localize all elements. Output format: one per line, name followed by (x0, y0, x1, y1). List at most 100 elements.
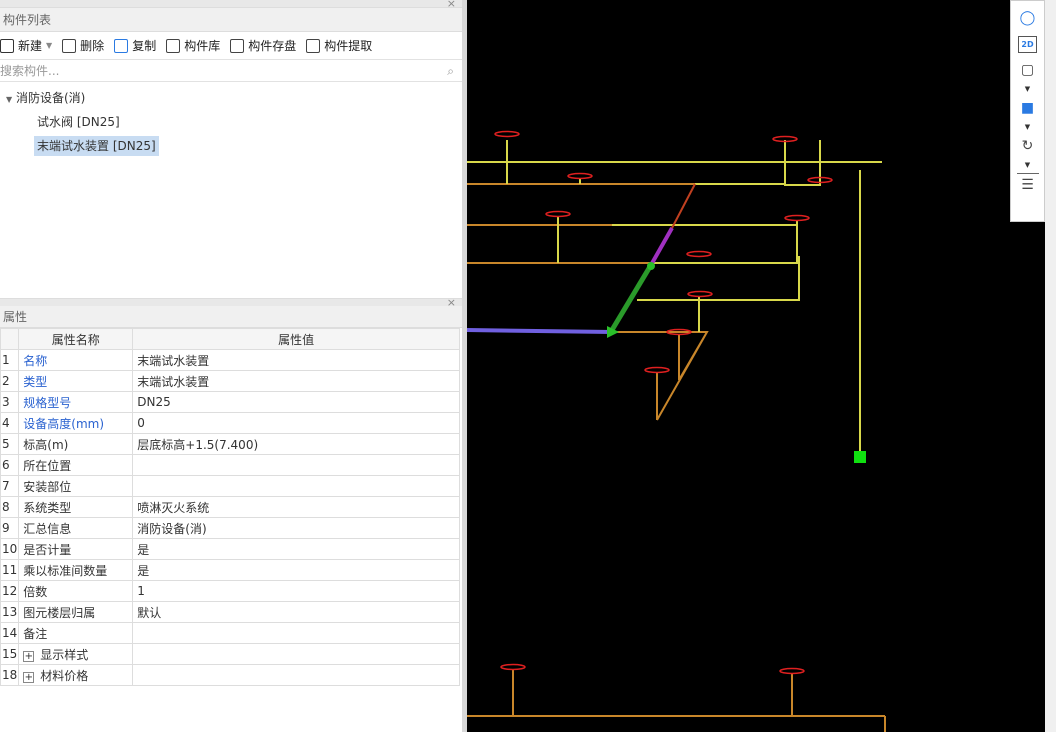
expand-icon[interactable]: + (23, 671, 35, 683)
component-list-title: 构件列表 (0, 8, 462, 32)
property-value[interactable]: 末端试水装置 (132, 370, 460, 392)
extract-label: 构件提取 (324, 39, 373, 53)
table-row[interactable]: 18 + 材料价格 (0, 664, 460, 686)
property-name: 图元楼层归属 (18, 601, 134, 623)
row-number: 18 (0, 664, 20, 686)
header-name: 属性名称 (18, 328, 134, 350)
cube-wireframe-icon[interactable]: ▢ (1017, 59, 1039, 81)
new-label: 新建 (18, 39, 43, 53)
property-value[interactable] (132, 475, 460, 497)
save-label: 构件存盘 (248, 39, 297, 53)
dropdown-arrow-icon[interactable]: ▼ (1025, 85, 1030, 93)
property-name-label: 是否计量 (23, 542, 72, 557)
property-value[interactable]: 1 (132, 580, 460, 602)
left-panel: × 构件列表 新建 ▼ 删除 复制 构件库 构件存盘 构件提取 搜索构件... ⌕ … (0, 0, 462, 732)
property-name-label: 设备高度(mm) (23, 416, 105, 431)
table-row[interactable]: 8 系统类型 喷淋灭火系统 (0, 496, 460, 518)
save-component-button[interactable]: 构件存盘 (230, 37, 296, 54)
3d-viewport[interactable] (466, 0, 1056, 732)
copy-button[interactable]: 复制 (114, 37, 156, 54)
tree-group[interactable]: ▼ 消防设备(消) (0, 86, 462, 110)
dropdown-arrow-icon[interactable]: ▼ (1025, 123, 1030, 131)
property-name: 安装部位 (18, 475, 134, 497)
row-number: 12 (0, 580, 20, 602)
row-number: 7 (0, 475, 20, 497)
table-row[interactable]: 12 倍数 1 (0, 580, 460, 602)
extract-component-button[interactable]: 构件提取 (306, 37, 372, 54)
tree-item-label: 末端试水装置 [DN25] (34, 136, 159, 156)
row-number: 1 (0, 349, 20, 371)
property-value[interactable] (132, 454, 460, 476)
table-row[interactable]: 6 所在位置 (0, 454, 460, 476)
property-value[interactable]: 是 (132, 559, 460, 581)
row-number: 5 (0, 433, 20, 455)
row-number: 8 (0, 496, 20, 518)
property-name-label: 标高(m) (23, 437, 69, 452)
row-number: 3 (0, 391, 20, 413)
property-value[interactable]: DN25 (132, 391, 460, 413)
search-icon[interactable]: ⌕ (447, 60, 454, 82)
table-row[interactable]: 13 图元楼层归属 默认 (0, 601, 460, 623)
panel-splitter[interactable]: × (0, 297, 462, 308)
dropdown-arrow-icon[interactable]: ▼ (46, 41, 52, 50)
property-value[interactable]: 喷淋灭火系统 (132, 496, 460, 518)
property-value[interactable]: 末端试水装置 (132, 349, 460, 371)
library-button[interactable]: 构件库 (166, 37, 220, 54)
property-name: 名称 (18, 349, 134, 371)
property-name-label: 材料价格 (40, 668, 89, 683)
display-settings-icon[interactable]: ☰ (1016, 173, 1039, 195)
table-row[interactable]: 15 + 显示样式 (0, 643, 460, 665)
expand-icon[interactable]: + (23, 650, 35, 662)
2d-view-button[interactable]: 2D (1017, 33, 1039, 55)
property-name-label: 安装部位 (23, 479, 72, 494)
table-row[interactable]: 2 类型 末端试水装置 (0, 370, 460, 392)
property-name: 乘以标准间数量 (18, 559, 134, 581)
property-value[interactable] (132, 643, 460, 665)
property-value[interactable]: 层底标高+1.5(7.400) (132, 433, 460, 455)
property-value[interactable]: 0 (132, 412, 460, 434)
row-number: 10 (0, 538, 20, 560)
table-row[interactable]: 14 备注 (0, 622, 460, 644)
property-name-label: 系统类型 (23, 500, 72, 515)
table-row[interactable]: 7 安装部位 (0, 475, 460, 497)
property-name: 汇总信息 (18, 517, 134, 539)
table-row[interactable]: 11 乘以标准间数量 是 (0, 559, 460, 581)
property-name: 设备高度(mm) (18, 412, 134, 434)
tree-item-selected[interactable]: 末端试水装置 [DN25] (0, 134, 462, 158)
search-input[interactable]: 搜索构件... ⌕ (0, 60, 462, 82)
table-row[interactable]: 5 标高(m) 层底标高+1.5(7.400) (0, 433, 460, 455)
property-name-label: 类型 (23, 374, 48, 389)
table-row[interactable]: 9 汇总信息 消防设备(消) (0, 517, 460, 539)
new-button[interactable]: 新建 ▼ (0, 37, 52, 54)
library-icon (166, 38, 181, 53)
close-icon[interactable]: × (447, 0, 456, 9)
orbit-icon[interactable]: ◯ (1017, 7, 1039, 29)
table-row[interactable]: 4 设备高度(mm) 0 (0, 412, 460, 434)
header-value: 属性值 (132, 328, 460, 350)
property-name: 类型 (18, 370, 134, 392)
property-value[interactable] (132, 664, 460, 686)
table-row[interactable]: 1 名称 末端试水装置 (0, 349, 460, 371)
rotate-icon[interactable]: ↻ (1017, 135, 1039, 157)
table-row[interactable]: 3 规格型号 DN25 (0, 391, 460, 413)
dropdown-arrow-icon[interactable]: ▼ (1025, 161, 1030, 169)
property-name-label: 名称 (23, 353, 48, 368)
delete-button[interactable]: 删除 (62, 37, 104, 54)
property-value[interactable] (132, 622, 460, 644)
row-number: 15 (0, 643, 20, 665)
property-name-label: 乘以标准间数量 (23, 563, 108, 578)
cube-solid-icon[interactable]: ■ (1017, 97, 1039, 119)
tree-item[interactable]: 试水阀 [DN25] (0, 110, 462, 134)
property-value[interactable]: 是 (132, 538, 460, 560)
property-value[interactable]: 默认 (132, 601, 460, 623)
property-value[interactable]: 消防设备(消) (132, 517, 460, 539)
table-row[interactable]: 10 是否计量 是 (0, 538, 460, 560)
property-name-label: 图元楼层归属 (23, 605, 96, 620)
right-edge-panel (1045, 0, 1056, 732)
property-name-label: 汇总信息 (23, 521, 72, 536)
selected-device[interactable] (854, 451, 866, 463)
properties-title: 属性 (0, 306, 462, 328)
row-number: 4 (0, 412, 20, 434)
property-name: 倍数 (18, 580, 134, 602)
expand-arrow-icon[interactable]: ▼ (6, 95, 12, 104)
